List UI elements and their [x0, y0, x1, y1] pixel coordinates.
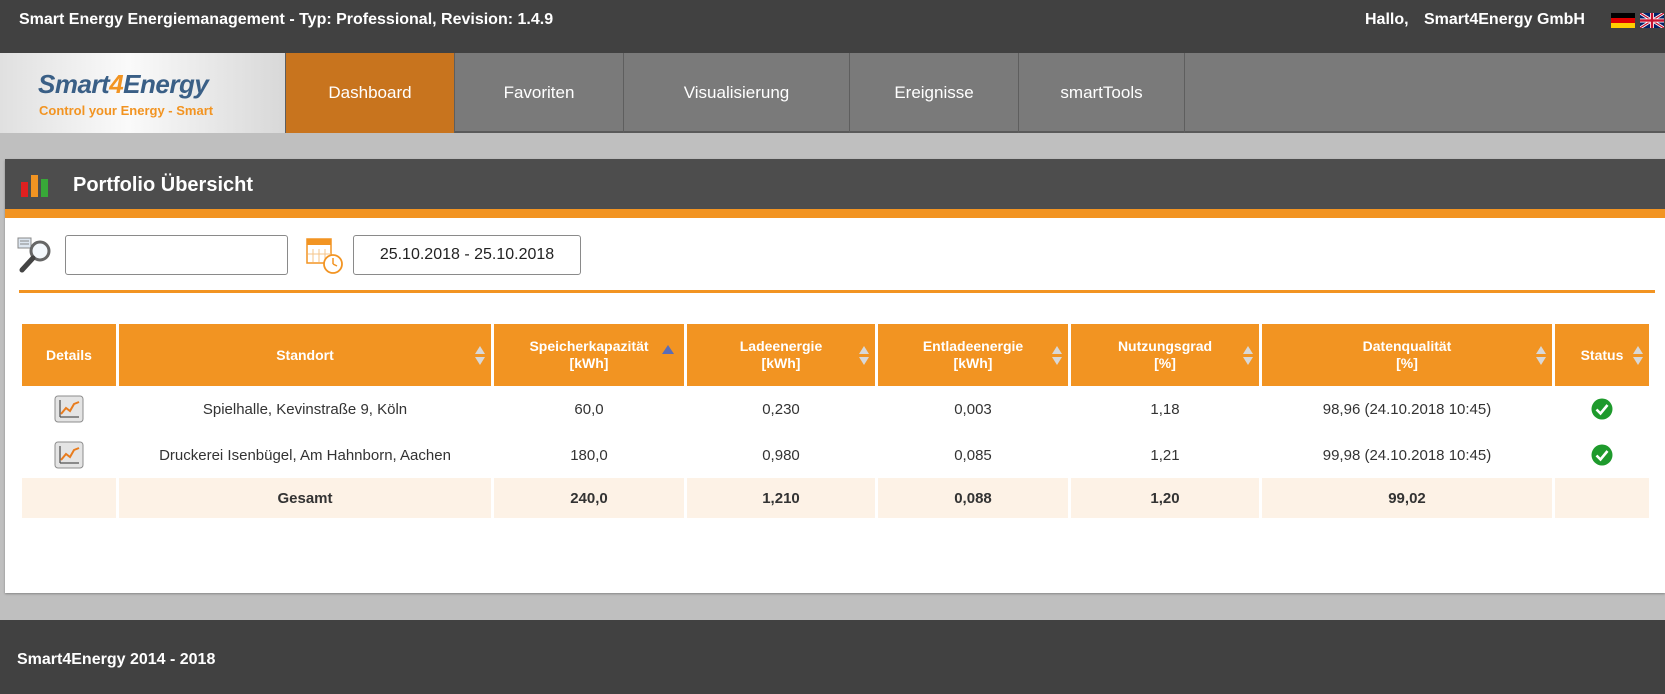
column-header-entladeenergie[interactable]: Entladeenergie [kWh]	[878, 324, 1068, 386]
column-header-label: Speicherkapazität	[529, 338, 649, 354]
line-chart-icon[interactable]	[54, 441, 84, 469]
status-cell	[1555, 386, 1649, 432]
column-header-status[interactable]: Status	[1555, 324, 1649, 386]
footer: Smart4Energy 2014 - 2018	[0, 620, 1665, 694]
tab-ereignisse[interactable]: Ereignisse	[849, 53, 1018, 133]
datenqualitaet-cell: 98,96 (24.10.2018 10:45)	[1322, 400, 1492, 418]
logo-brand-four: 4	[109, 69, 124, 99]
column-header-datenqualitaet[interactable]: Datenqualität [%]	[1262, 324, 1552, 386]
details-cell	[22, 432, 116, 478]
line-chart-icon[interactable]	[54, 395, 84, 423]
column-header-ladeenergie[interactable]: Ladeenergie [kWh]	[687, 324, 875, 386]
total-datenqualitaet: 99,02	[1262, 478, 1552, 518]
column-header-label: Ladeenergie	[739, 338, 823, 354]
entladeenergie-cell: 0,085	[954, 446, 992, 464]
status-ok-icon	[1591, 444, 1613, 466]
company-logo[interactable]: Smart4Energy Control your Energy - Smart	[0, 53, 285, 133]
logo-brand: Smart4Energy	[38, 69, 209, 100]
tab-dashboard[interactable]: Dashboard	[285, 53, 454, 133]
total-kapazitaet: 240,0	[494, 478, 684, 518]
ladeenergie-cell: 0,230	[762, 400, 800, 418]
search-input[interactable]	[65, 235, 288, 275]
column-header-label: Status	[1580, 346, 1624, 363]
panel-title: Portfolio Übersicht	[73, 174, 254, 196]
user-name[interactable]: Smart4Energy GmbH	[1424, 11, 1585, 29]
kapazitaet-cell: 180,0	[570, 446, 608, 464]
total-row: Gesamt 240,0 1,210 0,088 1,20 99,02	[22, 478, 1649, 518]
logo-brand-part2: Energy	[123, 69, 209, 99]
total-empty-cell	[22, 478, 116, 518]
total-nutzungsgrad: 1,20	[1071, 478, 1259, 518]
panel-header: Portfolio Übersicht	[5, 159, 1665, 209]
british-flag-icon[interactable]	[1640, 13, 1664, 28]
filter-divider	[19, 290, 1655, 293]
tab-favoriten[interactable]: Favoriten	[454, 53, 623, 133]
footer-copyright: Smart4Energy 2014 - 2018	[17, 651, 216, 668]
status-ok-icon	[1591, 398, 1613, 420]
status-cell	[1555, 432, 1649, 478]
search-icon[interactable]	[17, 236, 55, 274]
standort-cell: Druckerei Isenbügel, Am Hahnborn, Aachen	[159, 446, 451, 464]
column-header-label: Standort	[276, 346, 334, 363]
column-header-unit: [%]	[1396, 355, 1418, 371]
sort-icon	[1052, 346, 1062, 366]
datenqualitaet-cell: 99,98 (24.10.2018 10:45)	[1322, 446, 1492, 464]
standort-cell: Spielhalle, Kevinstraße 9, Köln	[202, 400, 408, 418]
column-header-standort[interactable]: Standort	[119, 324, 491, 386]
nutzungsgrad-cell: 1,18	[1150, 400, 1180, 418]
sort-icon	[475, 346, 485, 366]
main-navigation: Smart4Energy Control your Energy - Smart…	[0, 53, 1665, 133]
total-status-cell	[1555, 478, 1649, 518]
column-header-speicherkapazitaet[interactable]: Speicherkapazität [kWh]	[494, 324, 684, 386]
column-header-unit: [kWh]	[761, 355, 801, 371]
date-range-field[interactable]: 25.10.2018 - 25.10.2018	[353, 235, 581, 275]
entladeenergie-cell: 0,003	[954, 400, 992, 418]
app-title: Smart Energy Energiemanagement - Typ: Pr…	[19, 11, 554, 28]
column-header-label: Datenqualität	[1362, 338, 1452, 354]
details-cell	[22, 386, 116, 432]
column-header-unit: [%]	[1154, 355, 1176, 371]
logo-brand-part1: Smart	[38, 69, 110, 99]
total-ladeenergie: 1,210	[687, 478, 875, 518]
portfolio-table: Details Standort Speicherkapazität [kWh]…	[19, 324, 1652, 518]
column-header-label: Entladeenergie	[922, 338, 1024, 354]
calendar-icon[interactable]	[305, 235, 343, 275]
german-flag-icon[interactable]	[1611, 13, 1635, 28]
sort-icon	[859, 346, 869, 366]
table-header-row: Details Standort Speicherkapazität [kWh]…	[22, 324, 1649, 386]
column-header-unit: [kWh]	[569, 355, 609, 371]
logo-slogan: Control your Energy - Smart	[39, 103, 214, 118]
top-bar: Smart Energy Energiemanagement - Typ: Pr…	[0, 0, 1665, 53]
column-header-unit: [kWh]	[953, 355, 993, 371]
sort-icon	[1536, 346, 1546, 366]
sort-icon	[1633, 346, 1643, 366]
total-entladeenergie: 0,088	[878, 478, 1068, 518]
sort-ascending-icon	[662, 345, 674, 354]
ladeenergie-cell: 0,980	[762, 446, 800, 464]
table-row: Druckerei Isenbügel, Am Hahnborn, Aachen…	[22, 432, 1649, 478]
panel-accent-bar	[5, 209, 1665, 218]
tab-smarttools[interactable]: smartTools	[1018, 53, 1185, 133]
sort-icon	[1243, 346, 1253, 366]
column-header-label: Nutzungsgrad	[1117, 338, 1213, 354]
kapazitaet-cell: 60,0	[574, 400, 604, 418]
nutzungsgrad-cell: 1,21	[1150, 446, 1180, 464]
tab-visualisierung[interactable]: Visualisierung	[623, 53, 849, 133]
portfolio-panel: Portfolio Übersicht 25.10.2018 - 25.10.2…	[5, 159, 1665, 593]
column-header-label: Details	[46, 346, 92, 363]
table-row: Spielhalle, Kevinstraße 9, Köln 60,0 0,2…	[22, 386, 1649, 432]
column-header-nutzungsgrad[interactable]: Nutzungsgrad [%]	[1071, 324, 1259, 386]
column-header-details[interactable]: Details	[22, 324, 116, 386]
total-label: Gesamt	[119, 478, 491, 518]
bar-chart-icon	[21, 175, 48, 197]
greeting-text: Hallo,	[1365, 11, 1409, 28]
